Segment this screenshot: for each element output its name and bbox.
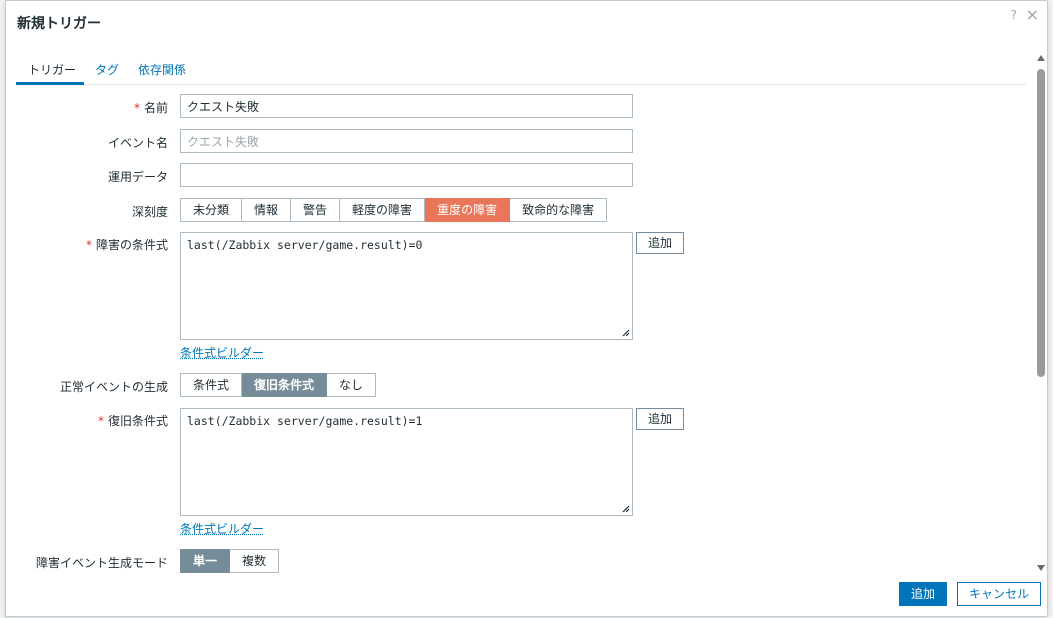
severity-average[interactable]: 軽度の障害: [340, 198, 426, 222]
problem-expression-builder-link[interactable]: 条件式ビルダー: [180, 344, 264, 361]
name-input[interactable]: クエスト失敗: [180, 94, 633, 118]
severity-label: 深刻度: [131, 205, 168, 219]
dialog-scrollbar[interactable]: [1035, 53, 1047, 573]
recovery-expression-add-button[interactable]: 追加: [636, 408, 684, 430]
name-label: * 名前: [133, 101, 168, 115]
recovery-expression-textarea[interactable]: last(/Zabbix server/game.result)=1: [180, 408, 633, 516]
tab-bar: トリガー タグ 依存関係: [16, 56, 1026, 85]
ok-event-expression[interactable]: 条件式: [180, 373, 243, 397]
active-tab-indicator: [16, 82, 84, 85]
severity-disaster[interactable]: 致命的な障害: [510, 198, 608, 222]
ok-event-generation-label: 正常イベントの生成: [59, 380, 168, 394]
help-icon[interactable]: ?: [1011, 8, 1017, 22]
scrollbar-thumb[interactable]: [1037, 69, 1045, 377]
recovery-expression-label: * 復旧条件式: [97, 414, 168, 428]
problem-expression-label: * 障害の条件式: [85, 238, 168, 252]
event-mode-selector: 単一 複数: [180, 549, 280, 573]
new-trigger-dialog: 新規トリガー ? × トリガー タグ 依存関係 * 名前 クエスト失敗 イベント名…: [5, 0, 1048, 617]
resize-grip-icon[interactable]: [620, 327, 630, 337]
event-mode-single[interactable]: 単一: [180, 549, 231, 573]
ok-event-none[interactable]: なし: [327, 373, 377, 397]
cancel-button[interactable]: キャンセル: [957, 582, 1041, 606]
ok-event-recovery-expression[interactable]: 復旧条件式: [242, 373, 328, 397]
opdata-input[interactable]: [180, 163, 633, 187]
severity-high[interactable]: 重度の障害: [425, 198, 511, 222]
problem-expression-text: last(/Zabbix server/game.result)=0: [187, 238, 423, 252]
scroll-down-icon[interactable]: [1037, 565, 1045, 571]
resize-grip-icon[interactable]: [620, 503, 630, 513]
event-name-label: イベント名: [107, 136, 168, 150]
ok-event-generation-selector: 条件式 復旧条件式 なし: [180, 373, 377, 397]
recovery-expression-builder-link[interactable]: 条件式ビルダー: [180, 520, 264, 537]
event-mode-multiple[interactable]: 複数: [230, 549, 280, 573]
recovery-expression-text: last(/Zabbix server/game.result)=1: [187, 414, 423, 428]
opdata-label: 運用データ: [107, 170, 168, 184]
severity-not-classified[interactable]: 未分類: [180, 198, 243, 222]
problem-expression-add-button[interactable]: 追加: [636, 232, 684, 254]
event-name-input[interactable]: クエスト失敗: [180, 129, 633, 153]
dialog-title: 新規トリガー: [17, 16, 101, 32]
tab-dependencies[interactable]: 依存関係: [138, 61, 186, 78]
tab-tags[interactable]: タグ: [95, 61, 119, 78]
event-mode-label: 障害イベント生成モード: [35, 556, 168, 570]
close-icon[interactable]: ×: [1026, 5, 1039, 24]
severity-information[interactable]: 情報: [242, 198, 292, 222]
severity-warning[interactable]: 警告: [291, 198, 341, 222]
add-button[interactable]: 追加: [899, 582, 947, 606]
tab-trigger[interactable]: トリガー: [28, 61, 76, 78]
severity-selector: 未分類 情報 警告 軽度の障害 重度の障害 致命的な障害: [180, 198, 608, 222]
scroll-up-icon[interactable]: [1037, 55, 1045, 61]
problem-expression-textarea[interactable]: last(/Zabbix server/game.result)=0: [180, 232, 633, 340]
